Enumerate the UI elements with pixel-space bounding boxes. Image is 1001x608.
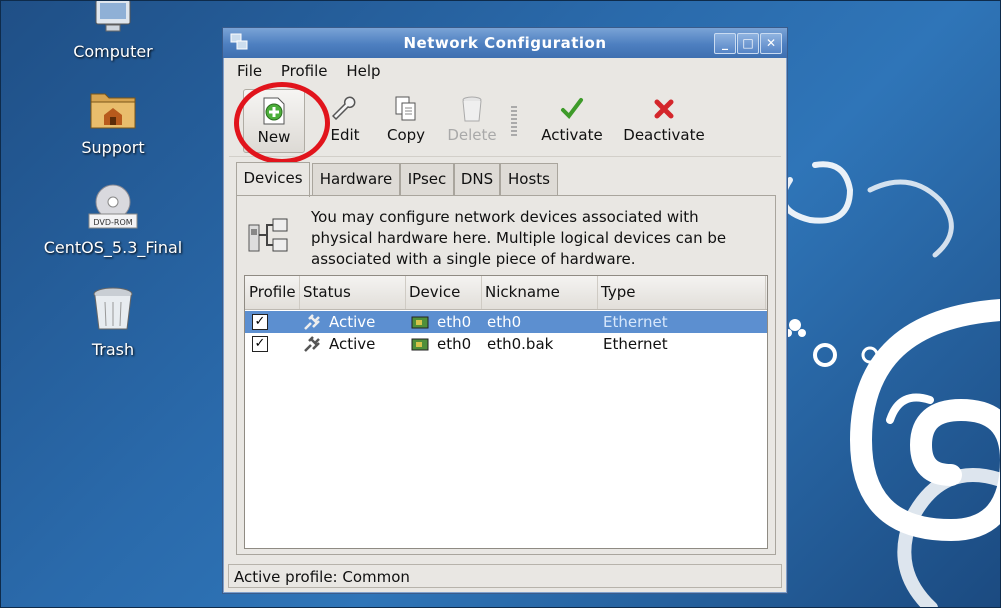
device-cell: eth0 — [437, 313, 472, 331]
svg-text:DVD-ROM: DVD-ROM — [93, 218, 132, 227]
type-cell: Ethernet — [603, 313, 668, 331]
trash-icon — [93, 287, 133, 330]
network-card-icon — [411, 316, 429, 329]
plug-icon — [304, 314, 320, 330]
col-header-nickname[interactable]: Nickname — [481, 276, 598, 309]
desktop-icon-trash[interactable]: Trash — [38, 286, 188, 359]
deactivate-button[interactable]: Deactivate — [619, 92, 709, 144]
desktop-icon-label: Computer — [73, 42, 153, 61]
network-devices-icon — [248, 218, 288, 252]
network-configuration-window: Network Configuration _ □ ✕ File Profile… — [222, 27, 788, 594]
delete-button[interactable]: Delete — [445, 92, 499, 144]
table-row[interactable]: ✓ Active eth0 eth0 Ethernet — [245, 311, 767, 333]
window-titlebar[interactable]: Network Configuration _ □ ✕ — [223, 28, 787, 58]
menubar: File Profile Help — [227, 62, 391, 84]
table-header: Profile Status Device Nickname Type — [245, 276, 767, 310]
highlight-circle — [234, 82, 330, 164]
desktop-icon-label: Trash — [91, 340, 135, 359]
activate-button[interactable]: Activate — [535, 92, 609, 144]
profile-checkbox[interactable]: ✓ — [252, 314, 268, 330]
toolbar-separator — [511, 106, 517, 136]
status-cell: Active — [329, 335, 376, 353]
minimize-button[interactable]: _ — [714, 33, 736, 54]
close-button[interactable]: ✕ — [760, 33, 782, 54]
device-cell: eth0 — [437, 335, 472, 353]
deactivate-label: Deactivate — [623, 126, 705, 144]
col-header-status[interactable]: Status — [299, 276, 406, 309]
tab-hosts[interactable]: Hosts — [500, 163, 558, 195]
desktop-icon-support[interactable]: Support — [38, 86, 188, 157]
table-row[interactable]: ✓ Active eth0 eth0.bak Ethernet — [245, 333, 767, 355]
menu-help[interactable]: Help — [346, 62, 380, 80]
desktop-icon-computer[interactable]: Computer — [38, 0, 188, 61]
edit-label: Edit — [330, 126, 360, 144]
delete-trash-icon — [462, 96, 482, 122]
menu-file[interactable]: File — [237, 62, 262, 80]
nickname-cell: eth0.bak — [487, 335, 554, 353]
network-card-icon — [411, 338, 429, 351]
type-cell: Ethernet — [603, 335, 668, 353]
copy-icon — [395, 96, 416, 121]
nickname-cell: eth0 — [487, 313, 522, 331]
dvd-rom-icon: DVD-ROM — [88, 184, 138, 229]
tab-dns[interactable]: DNS — [454, 163, 500, 195]
copy-button[interactable]: Copy — [383, 92, 429, 144]
plug-icon — [304, 336, 320, 352]
toolbar: New Edit Copy Delete Activate Deactivate — [229, 82, 781, 164]
checkmark-icon — [561, 98, 583, 120]
edit-button[interactable]: Edit — [325, 92, 365, 144]
maximize-button[interactable]: □ — [737, 33, 759, 54]
desktop-icon-centos-dvd[interactable]: DVD-ROM CentOS_5.3_Final — [38, 184, 188, 257]
close-icon: ✕ — [765, 36, 777, 50]
info-text: You may configure network devices associ… — [311, 208, 727, 268]
status-cell: Active — [329, 313, 376, 331]
col-header-device[interactable]: Device — [405, 276, 482, 309]
desktop-icon-label: Support — [81, 138, 145, 157]
menu-profile[interactable]: Profile — [281, 62, 328, 80]
tab-hardware[interactable]: Hardware — [312, 163, 400, 195]
col-header-profile[interactable]: Profile — [245, 276, 300, 309]
tab-devices[interactable]: Devices — [236, 162, 310, 197]
x-mark-icon — [654, 99, 674, 119]
col-header-type[interactable]: Type — [597, 276, 766, 309]
wrench-icon — [332, 96, 356, 121]
devices-panel: You may configure network devices associ… — [236, 195, 776, 555]
desktop-icon-label: CentOS_5.3_Final — [43, 238, 183, 257]
computer-icon — [95, 0, 131, 32]
activate-label: Activate — [541, 126, 603, 144]
info-section: You may configure network devices associ… — [247, 207, 767, 268]
devices-table: Profile Status Device Nickname Type ✓ Ac… — [244, 275, 768, 549]
window-statusbar: Active profile: Common — [228, 564, 782, 588]
folder-icon — [90, 93, 136, 129]
maximize-icon: □ — [742, 36, 754, 50]
tab-ipsec[interactable]: IPsec — [400, 163, 454, 195]
profile-checkbox[interactable]: ✓ — [252, 336, 268, 352]
minimize-icon: _ — [722, 36, 728, 50]
delete-label: Delete — [447, 126, 497, 144]
desktop-swirl-decoration — [780, 161, 1001, 608]
window-title: Network Configuration — [403, 34, 607, 52]
copy-label: Copy — [386, 126, 426, 144]
